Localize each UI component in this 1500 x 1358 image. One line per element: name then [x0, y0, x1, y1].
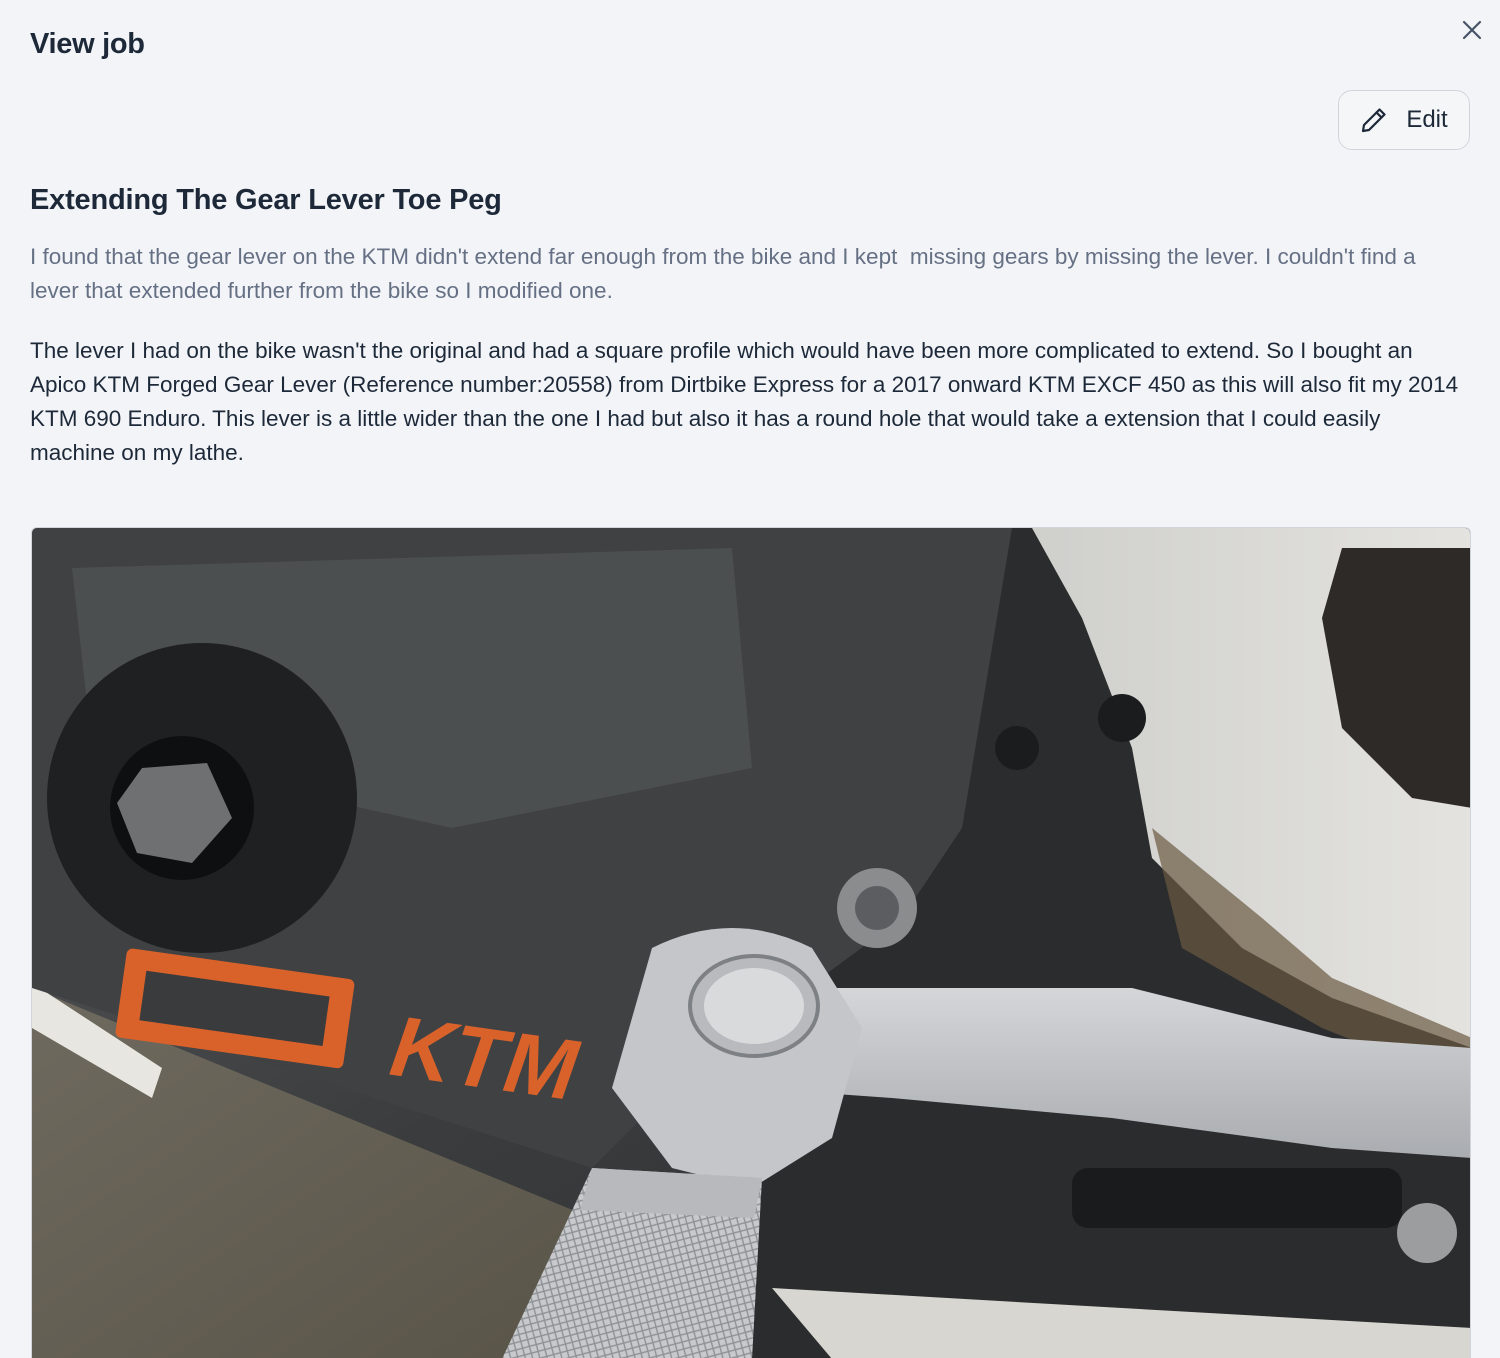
edit-button-label: Edit: [1406, 106, 1448, 133]
job-summary: I found that the gear lever on the KTM d…: [30, 244, 1422, 303]
gear-lever-photo: KTM: [32, 528, 1470, 1358]
job-description: The lever I had on the bike wasn't the o…: [30, 338, 1459, 465]
edit-button[interactable]: Edit: [1338, 90, 1470, 150]
job-title: Extending The Gear Lever Toe Peg: [30, 184, 502, 216]
dialog-title: View job: [30, 28, 145, 60]
job-photo: KTM: [31, 527, 1471, 1358]
close-icon: [1461, 19, 1483, 46]
pencil-icon: [1360, 106, 1388, 134]
close-button[interactable]: [1456, 16, 1488, 48]
